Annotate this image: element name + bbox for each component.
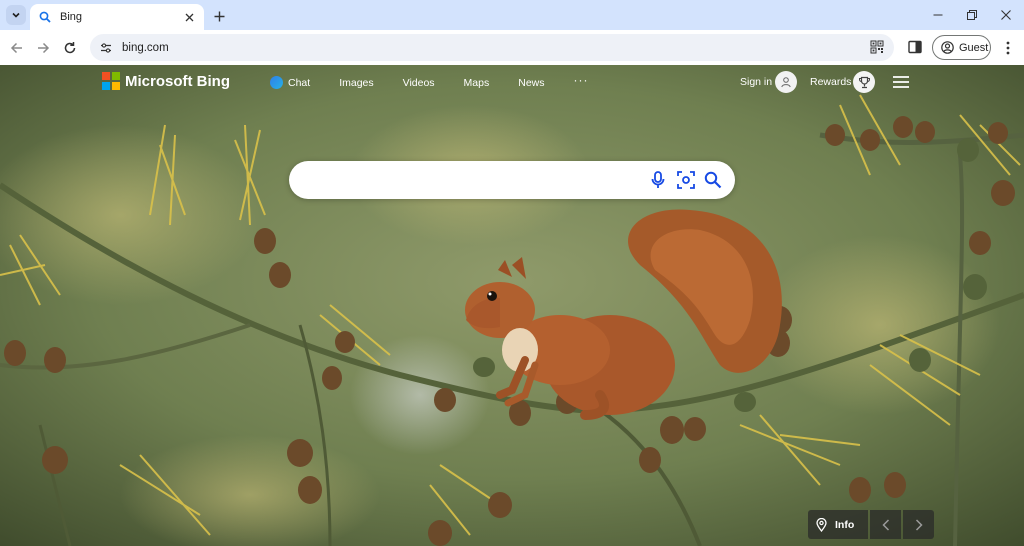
search-box — [289, 161, 735, 199]
profile-button[interactable]: Guest — [932, 35, 991, 60]
chevron-right-icon — [915, 518, 923, 531]
background-image — [0, 65, 1024, 546]
previous-image-button[interactable] — [870, 510, 901, 539]
address-bar[interactable]: bing.com — [90, 34, 894, 61]
account-icon — [941, 41, 954, 54]
microsoft-logo-icon — [102, 72, 120, 90]
search-button[interactable] — [703, 170, 723, 190]
location-pin-icon — [816, 517, 827, 532]
next-image-button[interactable] — [903, 510, 934, 539]
info-label: Info — [835, 518, 855, 531]
forward-button[interactable] — [33, 38, 53, 58]
chevron-down-icon — [12, 12, 20, 18]
bing-nav: Chat Images Videos Maps News ··· — [270, 73, 618, 89]
tune-icon — [101, 42, 111, 53]
copilot-icon — [270, 76, 283, 89]
avatar[interactable] — [775, 71, 797, 93]
trophy-icon — [858, 76, 870, 88]
qr-code-icon[interactable] — [870, 40, 884, 54]
search-icon — [704, 171, 722, 189]
browser-toolbar: bing.com Guest — [0, 30, 1024, 65]
side-panel-icon[interactable] — [907, 39, 923, 55]
hamburger-menu-icon[interactable] — [893, 76, 909, 88]
browser-menu-button[interactable] — [1000, 39, 1016, 57]
close-icon — [1001, 10, 1011, 20]
person-icon — [781, 77, 791, 88]
tab-strip: Bing — [0, 0, 1024, 30]
search-icon — [39, 11, 51, 23]
profile-label: Guest — [959, 41, 989, 54]
logo-text: Microsoft Bing — [125, 72, 230, 90]
voice-search-button[interactable] — [648, 170, 668, 190]
back-button[interactable] — [7, 38, 27, 58]
plus-icon — [214, 11, 224, 21]
sign-in-link[interactable]: Sign in — [740, 76, 772, 88]
chevron-left-icon — [881, 518, 889, 531]
more-vertical-icon — [1006, 41, 1010, 55]
arrow-right-icon — [38, 42, 50, 54]
image-info-bar: Info — [808, 510, 934, 539]
visual-search-button[interactable] — [676, 170, 696, 190]
nav-chat[interactable]: Chat — [270, 76, 310, 89]
camera-scan-icon — [677, 171, 695, 189]
close-icon — [185, 13, 193, 21]
nav-maps[interactable]: Maps — [464, 77, 490, 89]
bing-header: Microsoft Bing Chat Images Videos Maps N… — [0, 65, 1024, 101]
minimize-button[interactable] — [927, 5, 949, 25]
reload-button[interactable] — [60, 38, 80, 58]
rewards-link[interactable]: Rewards — [810, 76, 851, 88]
nav-news[interactable]: News — [518, 77, 544, 89]
microphone-icon — [651, 171, 665, 188]
bing-homepage: Microsoft Bing Chat Images Videos Maps N… — [0, 65, 1024, 546]
nav-videos[interactable]: Videos — [403, 77, 435, 89]
tab-title: Bing — [60, 11, 83, 23]
restore-icon — [967, 10, 977, 20]
site-info-button[interactable] — [98, 40, 114, 56]
browser-tab[interactable]: Bing — [30, 4, 204, 30]
rewards-button[interactable] — [853, 71, 875, 93]
close-window-button[interactable] — [995, 5, 1017, 25]
info-button[interactable]: Info — [808, 510, 868, 539]
new-tab-button[interactable] — [210, 7, 228, 25]
bing-logo[interactable]: Microsoft Bing — [102, 72, 230, 90]
url-text: bing.com — [122, 41, 169, 54]
arrow-left-icon — [10, 42, 22, 54]
search-input[interactable] — [305, 170, 635, 190]
reload-icon — [64, 42, 76, 54]
nav-images[interactable]: Images — [339, 77, 373, 89]
restore-button[interactable] — [961, 5, 983, 25]
nav-chat-label: Chat — [288, 76, 311, 89]
minimize-icon — [933, 14, 943, 16]
tab-close-button[interactable] — [182, 10, 196, 24]
tab-search-button[interactable] — [6, 5, 26, 25]
nav-more[interactable]: ··· — [574, 73, 589, 87]
